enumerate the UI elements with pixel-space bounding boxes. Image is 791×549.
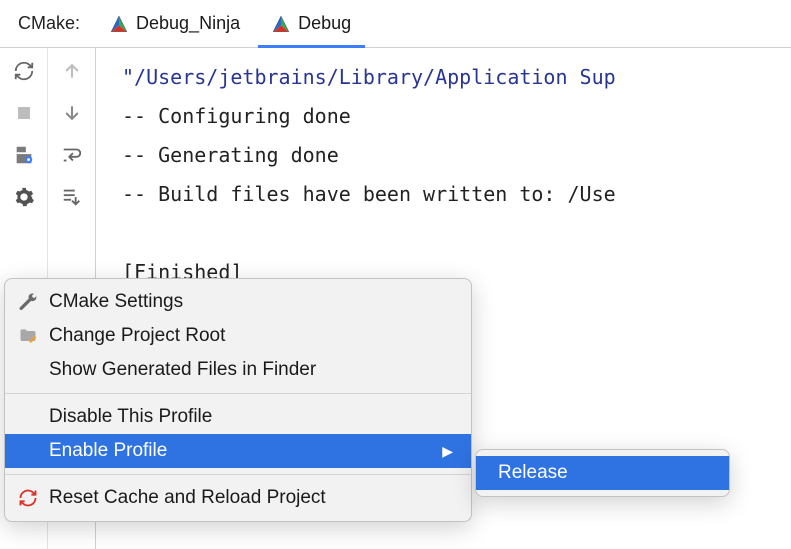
- blank-icon: [17, 359, 39, 381]
- console-line: -- Configuring done: [122, 104, 351, 128]
- menu-item-cmake-settings[interactable]: CMake Settings: [5, 285, 471, 319]
- menu-separator: [5, 393, 471, 394]
- tab-debug[interactable]: Debug: [256, 0, 367, 47]
- menu-item-label: Show Generated Files in Finder: [49, 359, 453, 381]
- cmake-icon: [110, 15, 128, 33]
- context-menu: CMake Settings Change Project Root Show …: [4, 278, 472, 522]
- menu-item-label: CMake Settings: [49, 291, 453, 313]
- submenu-item-label: Release: [498, 462, 568, 484]
- wrench-icon: [17, 291, 39, 313]
- tab-debug-ninja[interactable]: Debug_Ninja: [94, 0, 256, 47]
- arrow-down-icon[interactable]: [61, 102, 83, 124]
- menu-item-label: Enable Profile: [49, 440, 432, 462]
- blank-icon: [17, 406, 39, 428]
- soft-wrap-icon[interactable]: [61, 144, 83, 166]
- menu-separator: [5, 474, 471, 475]
- folder-edit-icon: [17, 325, 39, 347]
- cmake-icon: [272, 15, 290, 33]
- console-line: -- Build files have been written to: /Us…: [122, 182, 616, 206]
- tab-bar-label: CMake:: [0, 13, 94, 34]
- arrow-up-icon[interactable]: [61, 60, 83, 82]
- menu-item-show-generated-files[interactable]: Show Generated Files in Finder: [5, 353, 471, 387]
- reload-icon[interactable]: [13, 60, 35, 82]
- menu-item-enable-profile[interactable]: Enable Profile ▶: [5, 434, 471, 468]
- console-line: "/Users/jetbrains/Library/Application Su…: [122, 65, 616, 89]
- gear-icon[interactable]: [13, 186, 35, 208]
- menu-item-label: Change Project Root: [49, 325, 453, 347]
- menu-item-label: Reset Cache and Reload Project: [49, 487, 453, 509]
- enable-profile-submenu: Release: [475, 449, 730, 497]
- menu-item-label: Disable This Profile: [49, 406, 453, 428]
- tab-label: Debug: [298, 13, 351, 34]
- menu-item-change-project-root[interactable]: Change Project Root: [5, 319, 471, 353]
- submenu-item-release[interactable]: Release: [476, 456, 729, 490]
- build-settings-icon[interactable]: [13, 144, 35, 166]
- menu-item-disable-this-profile[interactable]: Disable This Profile: [5, 400, 471, 434]
- blank-icon: [17, 440, 39, 462]
- reset-cache-icon: [17, 487, 39, 509]
- scroll-to-end-icon[interactable]: [61, 186, 83, 208]
- tab-label: Debug_Ninja: [136, 13, 240, 34]
- menu-item-reset-cache[interactable]: Reset Cache and Reload Project: [5, 481, 471, 515]
- cmake-tab-bar: CMake: Debug_Ninja Debug: [0, 0, 791, 48]
- stop-icon[interactable]: [13, 102, 35, 124]
- console-line: -- Generating done: [122, 143, 339, 167]
- submenu-arrow-icon: ▶: [442, 443, 453, 460]
